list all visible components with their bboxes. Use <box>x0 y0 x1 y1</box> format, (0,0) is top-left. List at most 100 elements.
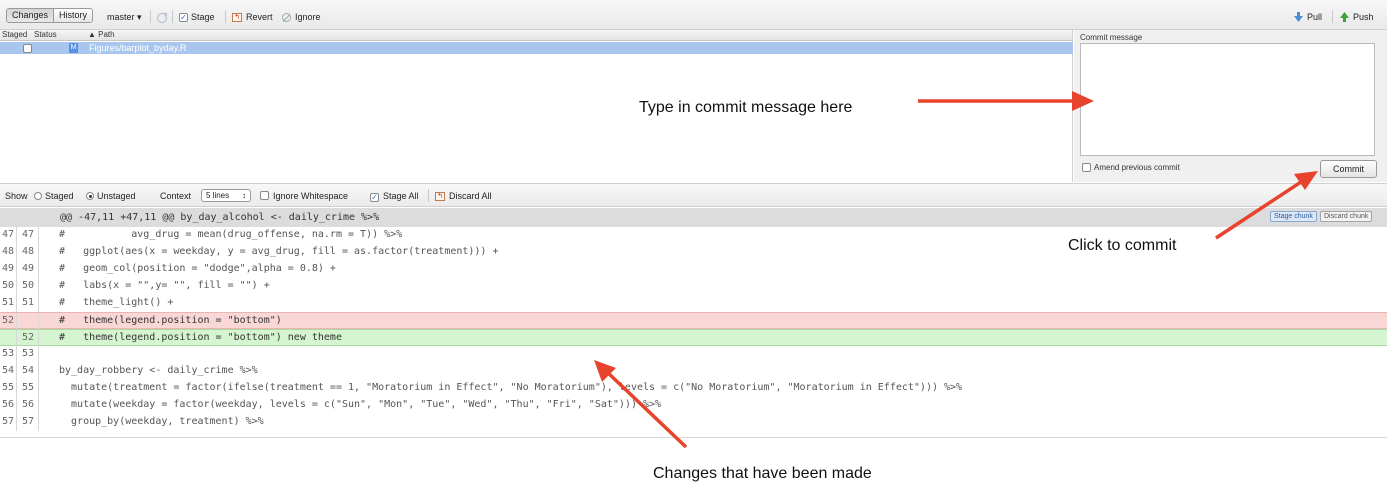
code-text: # geom_col(position = "dodge",alpha = 0.… <box>59 263 336 274</box>
old-line-number: 57 <box>1 416 14 427</box>
gutter-divider <box>38 244 39 261</box>
discard-all-button[interactable]: ↰ Discard All <box>435 191 492 202</box>
view-tabs: Changes History <box>6 8 94 23</box>
push-arrow-icon <box>1340 12 1349 22</box>
ignore-icon <box>282 13 291 23</box>
new-line-number: 53 <box>21 348 34 359</box>
gutter-divider <box>38 330 39 347</box>
diff-line[interactable]: 54 54 by_day_robbery <- daily_crime %>% <box>0 363 1387 380</box>
diff-bottom-border <box>0 437 1387 438</box>
file-list-header: Staged Status ▲ Path <box>0 30 1072 41</box>
discard-chunk-button[interactable]: Discard chunk <box>1320 211 1373 222</box>
gutter-divider <box>16 380 17 397</box>
diff-line[interactable]: 47 47 # avg_drug = mean(drug_offense, na.r… <box>0 227 1387 244</box>
code-text: # ggplot(aes(x = weekday, y = avg_drug, … <box>59 246 499 257</box>
branch-dropdown[interactable]: master ▾ <box>107 11 142 23</box>
toolbar-divider <box>225 10 226 23</box>
code-text: # theme(legend.position = "bottom") new … <box>59 332 342 343</box>
diff-line-added[interactable]: 52 # theme(legend.position = "bottom") ne… <box>0 329 1387 347</box>
new-line-number: 49 <box>21 263 34 274</box>
old-line-number: 47 <box>1 229 14 240</box>
gutter-divider <box>16 313 17 330</box>
hunk-header-text: @@ -47,11 +47,11 @@ by_day_alcohol <- da… <box>60 212 380 223</box>
gutter-divider <box>38 227 39 244</box>
gutter-divider <box>38 397 39 414</box>
file-row[interactable]: M Figures/barplot_byday.R <box>0 42 1073 54</box>
stage-all-button[interactable]: ✓ Stage All <box>370 191 419 202</box>
old-line-number: 54 <box>1 365 14 376</box>
diff-line[interactable]: 56 56 mutate(weekday = factor(weekday, le… <box>0 397 1387 414</box>
amend-check-box[interactable] <box>1082 163 1091 173</box>
code-text: # theme(legend.position = "bottom") <box>59 315 282 326</box>
staged-checkbox[interactable] <box>23 44 32 53</box>
new-line-number: 57 <box>21 416 34 427</box>
context-lines-select[interactable]: 5 lines <box>201 189 251 202</box>
diff-line[interactable]: 53 53 <box>0 346 1387 363</box>
revert-icon: ↰ <box>435 192 445 202</box>
checkbox-icon <box>260 191 269 200</box>
new-line-number: 54 <box>21 365 34 376</box>
gutter-divider <box>38 380 39 397</box>
old-line-number: 55 <box>1 382 14 393</box>
gutter-divider <box>16 295 17 312</box>
toolbar-divider <box>150 10 151 23</box>
commit-message-label: Commit message <box>1080 33 1143 42</box>
commit-button[interactable]: Commit <box>1320 160 1377 178</box>
git-toolbar: Changes History master ▾ ✓ Stage ↰ Revert … <box>0 0 1387 30</box>
code-text: mutate(weekday = factor(weekday, levels … <box>59 399 662 410</box>
refresh-button[interactable] <box>156 11 168 23</box>
show-label: Show <box>5 191 28 201</box>
gutter-divider <box>16 397 17 414</box>
amend-label: Amend previous commit <box>1094 163 1180 172</box>
gutter-divider <box>16 414 17 431</box>
old-line-number: 52 <box>1 315 14 326</box>
revert-button[interactable]: ↰ Revert <box>232 11 273 23</box>
staged-radio[interactable]: Staged <box>34 191 74 202</box>
ignore-whitespace-checkbox[interactable]: Ignore Whitespace <box>260 191 348 202</box>
radio-icon <box>34 192 42 200</box>
new-line-number: 55 <box>21 382 34 393</box>
code-text: # labs(x = "",y= "", fill = "") + <box>59 280 270 291</box>
gutter-divider <box>38 261 39 278</box>
stage-button[interactable]: ✓ Stage <box>179 11 215 23</box>
gutter-divider <box>38 278 39 295</box>
tab-changes[interactable]: Changes <box>7 9 54 22</box>
diff-line[interactable]: 50 50 # labs(x = "",y= "", fill = "") + <box>0 278 1387 295</box>
column-staged[interactable]: Staged <box>2 30 27 40</box>
column-status[interactable]: Status <box>34 30 57 40</box>
commit-message-input[interactable] <box>1080 43 1375 156</box>
gutter-divider <box>38 295 39 312</box>
gutter-divider <box>16 261 17 278</box>
stage-chunk-button[interactable]: Stage chunk <box>1270 211 1317 222</box>
pull-button[interactable]: Pull <box>1294 11 1322 23</box>
annotation-click-commit: Click to commit <box>1068 237 1177 254</box>
annotation-changes: Changes that have been made <box>653 465 872 482</box>
diff-line-removed[interactable]: 52 # theme(legend.position = "bottom") <box>0 312 1387 330</box>
diff-line[interactable]: 49 49 # geom_col(position = "dodge",alpha … <box>0 261 1387 278</box>
revert-label: Revert <box>246 12 273 22</box>
gutter-divider <box>16 227 17 244</box>
new-line-number: 56 <box>21 399 34 410</box>
new-line-number: 47 <box>21 229 34 240</box>
unstaged-radio[interactable]: Unstaged <box>86 191 136 202</box>
push-label: Push <box>1353 12 1374 22</box>
diff-view: @@ -47,11 +47,11 @@ by_day_alcohol <- da… <box>0 208 1387 438</box>
new-line-number: 50 <box>21 280 34 291</box>
annotation-commit-message: Type in commit message here <box>639 99 853 116</box>
stage-check-icon: ✓ <box>370 193 379 202</box>
diff-line[interactable]: 55 55 mutate(treatment = factor(ifelse(tr… <box>0 380 1387 397</box>
tab-history[interactable]: History <box>53 9 93 22</box>
diff-line[interactable]: 51 51 # theme_light() + <box>0 295 1387 312</box>
stage-label: Stage <box>191 12 215 22</box>
gutter-divider <box>16 244 17 261</box>
gutter-divider <box>38 313 39 330</box>
ignore-button[interactable]: Ignore <box>282 11 321 23</box>
amend-checkbox[interactable]: Amend previous commit <box>1082 163 1180 173</box>
refresh-icon <box>156 12 168 23</box>
column-path[interactable]: ▲ Path <box>88 30 115 40</box>
push-button[interactable]: Push <box>1340 11 1374 23</box>
diff-line[interactable]: 48 48 # ggplot(aes(x = weekday, y = avg_dr… <box>0 244 1387 261</box>
pull-label: Pull <box>1307 12 1323 22</box>
diff-line[interactable]: 57 57 group_by(weekday, treatment) %>% <box>0 414 1387 431</box>
ignore-whitespace-label: Ignore Whitespace <box>273 191 349 201</box>
